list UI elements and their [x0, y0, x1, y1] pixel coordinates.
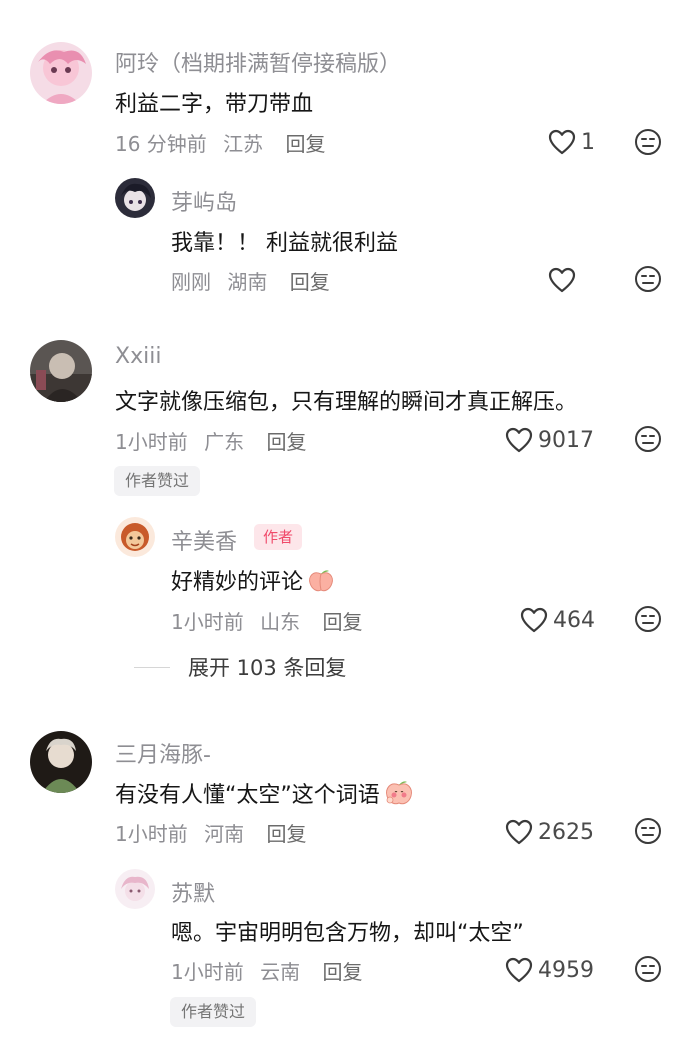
- reply-button[interactable]: 回复: [322, 960, 362, 984]
- comment-meta: 1小时前 云南 回复: [171, 956, 362, 985]
- comment-time: 1小时前: [171, 610, 244, 634]
- comment-text: 有没有人懂“太空”这个词语: [115, 777, 414, 809]
- avatar[interactable]: [30, 731, 92, 793]
- comment-username[interactable]: 芽屿岛: [171, 185, 237, 217]
- comment-location: 山东: [260, 610, 301, 634]
- comment-location: 云南: [260, 960, 301, 984]
- comment-location: 江苏: [223, 132, 264, 156]
- author-tag: 作者: [254, 524, 303, 550]
- avatar[interactable]: [115, 178, 155, 218]
- avatar[interactable]: [30, 340, 92, 402]
- avatar[interactable]: [30, 42, 92, 104]
- heart-outline-icon: [505, 427, 533, 453]
- meh-face-icon[interactable]: [634, 128, 662, 156]
- comment-time: 16 分钟前: [115, 132, 207, 156]
- comment-text-content: 好精妙的评论: [171, 570, 304, 595]
- heart-outline-icon: [548, 129, 576, 155]
- like-count: 1: [581, 129, 595, 155]
- like-button[interactable]: 2625: [505, 816, 594, 848]
- comment-text: 嗯。宇宙明明包含万物，却叫“太空”: [171, 921, 524, 946]
- expand-replies-label: 展开 103 条回复: [188, 656, 347, 680]
- comment-location: 湖南: [227, 270, 268, 294]
- avatar[interactable]: [115, 517, 155, 557]
- meh-face-icon[interactable]: [634, 817, 662, 845]
- like-count: 2625: [538, 819, 594, 845]
- like-count: 464: [553, 607, 595, 633]
- comment-username[interactable]: 苏默: [171, 876, 215, 908]
- comment-username[interactable]: Xxiii: [115, 344, 161, 369]
- heart-outline-icon: [548, 267, 576, 293]
- comment-location: 河南: [204, 822, 245, 846]
- like-button[interactable]: 464: [520, 604, 595, 636]
- meh-face-icon[interactable]: [634, 425, 662, 453]
- comment-text: 好精妙的评论: [171, 564, 335, 596]
- like-count: 4959: [538, 957, 594, 983]
- meh-face-icon[interactable]: [634, 265, 662, 293]
- avatar[interactable]: [115, 869, 155, 909]
- comment-username[interactable]: 阿玲（档期排满暂停接稿版）: [115, 46, 401, 78]
- like-button[interactable]: 4959: [505, 954, 594, 986]
- comment-username[interactable]: 辛美香: [171, 524, 237, 556]
- divider-line: [134, 666, 170, 668]
- comment-meta: 1小时前 山东 回复: [171, 606, 362, 635]
- author-liked-badge: 作者赞过: [114, 466, 201, 496]
- comment-text: 我靠！！ 利益就很利益: [171, 231, 398, 256]
- comment-location: 广东: [204, 430, 245, 454]
- like-button[interactable]: 9017: [505, 424, 594, 456]
- like-count: 9017: [538, 427, 594, 453]
- comment-username[interactable]: 三月海豚-: [115, 737, 211, 769]
- like-button[interactable]: [548, 264, 581, 296]
- comment-time: 1小时前: [115, 822, 188, 846]
- comment-meta: 1小时前 广东 回复: [115, 426, 306, 455]
- peach-emoji: [309, 570, 333, 592]
- comment-text: 利益二字，带刀带血: [115, 92, 314, 117]
- reply-button[interactable]: 回复: [322, 610, 362, 634]
- comment-text-content: 有没有人懂“太空”这个词语: [115, 783, 380, 808]
- like-button[interactable]: 1: [548, 126, 595, 158]
- reply-button[interactable]: 回复: [266, 822, 306, 846]
- author-liked-badge: 作者赞过: [170, 997, 257, 1027]
- comment-meta: 16 分钟前 江苏 回复: [115, 128, 326, 157]
- reply-button[interactable]: 回复: [290, 270, 330, 294]
- comment-meta: 刚刚 湖南 回复: [171, 266, 330, 295]
- comment-meta: 1小时前 河南 回复: [115, 818, 306, 847]
- expand-replies-button[interactable]: 展开 103 条回复: [134, 652, 346, 682]
- comment-time: 1小时前: [115, 430, 188, 454]
- reply-button[interactable]: 回复: [286, 132, 326, 156]
- comment-text: 文字就像压缩包，只有理解的瞬间才真正解压。: [115, 390, 578, 415]
- heart-outline-icon: [520, 607, 548, 633]
- comment-time: 刚刚: [171, 270, 211, 294]
- reply-button[interactable]: 回复: [266, 430, 306, 454]
- meh-face-icon[interactable]: [634, 955, 662, 983]
- shy-peach-emoji: [385, 781, 412, 805]
- heart-outline-icon: [505, 957, 533, 983]
- comment-time: 1小时前: [171, 960, 244, 984]
- heart-outline-icon: [505, 819, 533, 845]
- meh-face-icon[interactable]: [634, 605, 662, 633]
